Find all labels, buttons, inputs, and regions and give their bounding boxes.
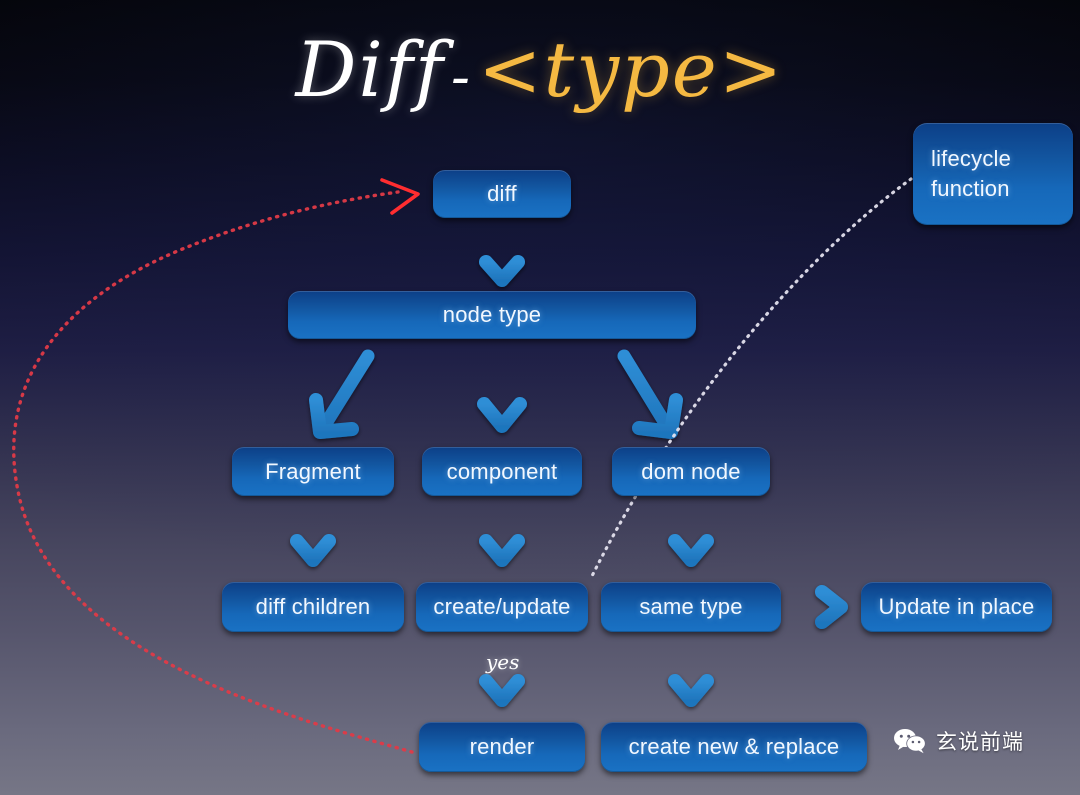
node-fragment[interactable]: Fragment [232, 447, 394, 496]
title-separator: - [451, 45, 472, 110]
node-render-label: render [469, 734, 535, 759]
node-dom-node-label: dom node [641, 458, 741, 484]
title-main-text: Diff [295, 25, 446, 114]
arrow-sametype-to-updateinplace [788, 585, 848, 629]
node-create-new-and-replace[interactable]: create new & replace [601, 722, 867, 772]
node-diff-children-label: diff children [255, 594, 371, 619]
node-same-type[interactable]: same type [601, 582, 781, 632]
node-node-type-label: node type [442, 302, 542, 327]
wechat-icon [894, 729, 926, 754]
edge-label-yes: yes [486, 650, 520, 674]
node-node-type[interactable]: node type [288, 291, 696, 339]
watermark: 玄说前端 [893, 726, 1024, 756]
slide-title: Diff -<type> [0, 22, 1080, 126]
node-update-in-place-label: Update in place [878, 594, 1035, 619]
node-fragment-label: Fragment [265, 458, 361, 484]
node-create-new-and-replace-label: create new & replace [628, 734, 840, 759]
node-component[interactable]: component [422, 447, 582, 496]
arrow-fragment-to-diffchildren [290, 498, 336, 567]
node-create-update-label: create/update [433, 594, 571, 619]
arrow-diff-to-node-type [479, 221, 525, 287]
node-lifecycle-function-label: lifecycle function [931, 146, 1012, 201]
node-create-update[interactable]: create/update [416, 582, 588, 632]
title-accent-text: <type> [477, 25, 785, 114]
node-render[interactable]: render [419, 722, 585, 772]
node-update-in-place[interactable]: Update in place [861, 582, 1052, 632]
arrow-component-to-createupdate [479, 498, 525, 567]
slide-canvas: Diff -<type> diff node type Fragment com… [0, 0, 1080, 795]
red-arrowhead-icon [380, 178, 420, 215]
node-component-label: component [446, 458, 558, 484]
arrow-nodetype-to-fragment [309, 349, 375, 439]
node-lifecycle-function[interactable]: lifecycle function [913, 123, 1073, 225]
dotted-white-lifecycle-edge [588, 177, 913, 582]
arrow-nodetype-to-domnode [617, 349, 683, 439]
node-dom-node[interactable]: dom node [612, 447, 770, 496]
node-diff[interactable]: diff [433, 170, 571, 218]
arrow-domnode-to-sametype [668, 498, 714, 567]
node-diff-label: diff [487, 181, 517, 206]
arrow-nodetype-to-component [477, 346, 527, 433]
arrow-sametype-to-createreplace [668, 647, 714, 707]
watermark-text: 玄说前端 [936, 730, 1024, 754]
node-same-type-label: same type [639, 594, 743, 619]
node-diff-children[interactable]: diff children [222, 582, 404, 632]
